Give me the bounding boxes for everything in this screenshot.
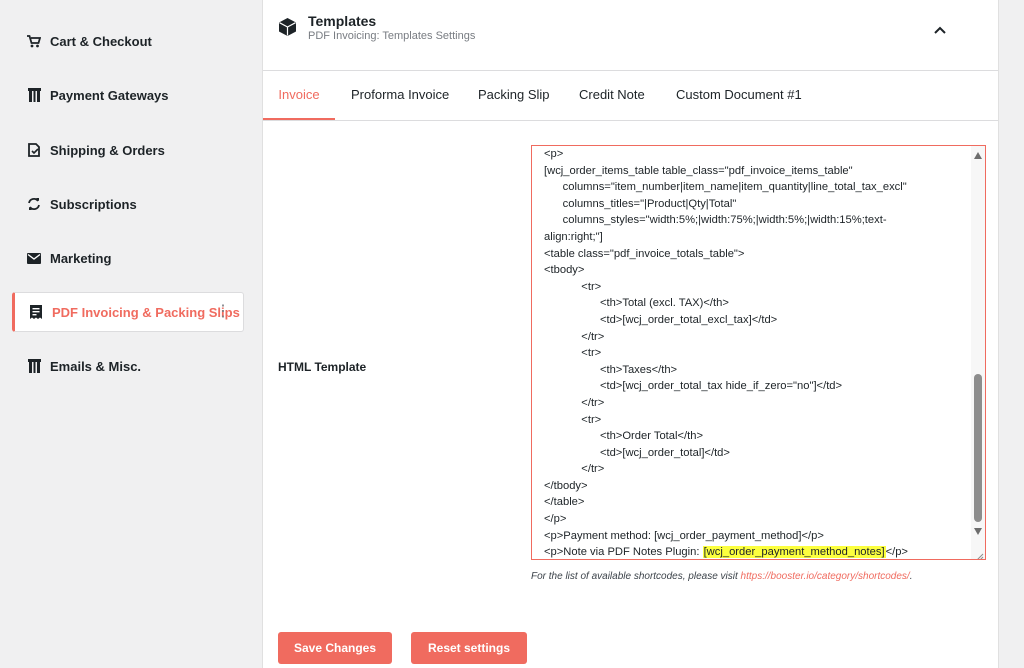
refresh-icon: [26, 196, 42, 212]
tab-custom-document-1[interactable]: Custom Document #1: [676, 70, 802, 120]
scroll-down-icon[interactable]: [974, 528, 982, 535]
tab-credit-note[interactable]: Credit Note: [579, 70, 645, 120]
sidebar-item-label: Subscriptions: [50, 196, 137, 212]
code-line: <td>[wcj_order_total]</td>: [544, 446, 730, 459]
sidebar-item-payment-gateways[interactable]: Payment Gateways: [12, 75, 244, 115]
gateway-icon: [26, 87, 42, 103]
invoice-icon: [28, 304, 44, 320]
box-icon: [279, 18, 296, 41]
code-line: <th>Total (excl. TAX)</th>: [544, 297, 729, 310]
sidebar-item-shipping-orders[interactable]: Shipping & Orders: [12, 130, 244, 170]
sidebar-item-marketing[interactable]: Marketing: [12, 238, 244, 278]
html-template-label: HTML Template: [278, 360, 367, 374]
code-line: <td>[wcj_order_total_tax hide_if_zero="n…: [544, 380, 843, 393]
sidebar-item-pdf-invoicing[interactable]: PDF Invoicing & Packing Slips ⋮: [12, 292, 244, 332]
code-line: <tr>: [544, 347, 602, 360]
collapse-button[interactable]: [930, 20, 950, 40]
help-text: For the list of available shortcodes, pl…: [531, 571, 741, 582]
sidebar: Cart & Checkout Payment Gateways Shippin…: [0, 0, 262, 668]
panel-title: Templates: [308, 13, 377, 29]
code-line: </p>: [544, 513, 567, 526]
sidebar-item-emails-misc[interactable]: Emails & Misc.: [12, 346, 244, 386]
tab-invoice[interactable]: Invoice: [263, 70, 335, 120]
save-changes-button[interactable]: Save Changes: [278, 632, 392, 664]
code-line: <p>: [544, 148, 564, 160]
code-line: </tr>: [544, 330, 605, 343]
sidebar-item-subscriptions[interactable]: Subscriptions: [12, 184, 244, 224]
code-line: <tr>: [544, 280, 602, 293]
code-line: <th>Taxes</th>: [544, 363, 678, 376]
html-template-textarea[interactable]: <p> [wcj_order_items_table table_class="p…: [531, 145, 986, 560]
panel-subtitle: PDF Invoicing: Templates Settings: [308, 30, 476, 42]
sidebar-item-label: Emails & Misc.: [50, 358, 142, 374]
code-line: <td>[wcj_order_total_excl_tax]</td>: [544, 313, 778, 326]
code-line: <tr>: [544, 413, 602, 426]
shipping-icon: [26, 142, 42, 158]
panel-header: Templates PDF Invoicing: Templates Setti…: [263, 0, 998, 71]
cart-icon: [26, 33, 42, 49]
document-tabs: Invoice Proforma Invoice Packing Slip Cr…: [263, 70, 998, 121]
sidebar-item-label: Cart & Checkout: [50, 33, 152, 49]
tab-proforma-invoice[interactable]: Proforma Invoice: [351, 70, 449, 120]
help-tail: .: [909, 571, 913, 582]
sidebar-item-label: Shipping & Orders: [50, 142, 165, 158]
emails-icon: [26, 358, 42, 374]
code-line: <p>Note via PDF Notes Plugin: [wcj_order…: [544, 546, 908, 559]
shortcodes-help: For the list of available shortcodes, pl…: [531, 571, 913, 582]
envelope-icon: [26, 250, 42, 266]
code-line: columns_styles="width:5%;|width:75%;|wid…: [544, 214, 887, 227]
tab-packing-slip[interactable]: Packing Slip: [478, 70, 550, 120]
code-line: <tbody>: [544, 264, 585, 277]
sidebar-item-label: Marketing: [50, 250, 112, 266]
sidebar-item-cart-checkout[interactable]: Cart & Checkout: [12, 21, 244, 61]
settings-panel: Templates PDF Invoicing: Templates Setti…: [262, 0, 999, 668]
code-line: align:right;"]: [544, 230, 603, 243]
highlighted-shortcode: [wcj_order_payment_method_notes]: [702, 546, 886, 559]
code-line: </tr>: [544, 463, 605, 476]
scrollbar-thumb[interactable]: [974, 374, 982, 522]
code-line: </table>: [544, 496, 585, 509]
template-code[interactable]: <p> [wcj_order_items_table table_class="p…: [532, 146, 969, 559]
textarea-scrollbar[interactable]: [971, 146, 985, 559]
code-line: <th>Order Total</th>: [544, 430, 703, 443]
code-line: columns="item_number|item_name|item_quan…: [544, 181, 907, 194]
sidebar-item-label: Payment Gateways: [50, 87, 169, 103]
chevron-up-icon: [934, 21, 946, 39]
code-line: </tr>: [544, 396, 605, 409]
code-line: <p>Payment method: [wcj_order_payment_me…: [544, 529, 824, 542]
sidebar-item-label: PDF Invoicing & Packing Slips: [52, 304, 240, 320]
reset-settings-button[interactable]: Reset settings: [411, 632, 527, 664]
code-line: columns_titles="|Product|Qty|Total": [544, 197, 737, 210]
code-line: [wcj_order_items_table table_class="pdf_…: [544, 164, 853, 177]
scroll-up-icon[interactable]: [974, 152, 982, 159]
resize-handle-icon[interactable]: [974, 548, 984, 559]
code-line: <table class="pdf_invoice_totals_table">: [544, 247, 745, 260]
more-options-icon[interactable]: ⋮: [215, 303, 231, 321]
code-line: </tbody>: [544, 479, 588, 492]
shortcodes-link[interactable]: https://booster.io/category/shortcodes/: [741, 571, 910, 582]
